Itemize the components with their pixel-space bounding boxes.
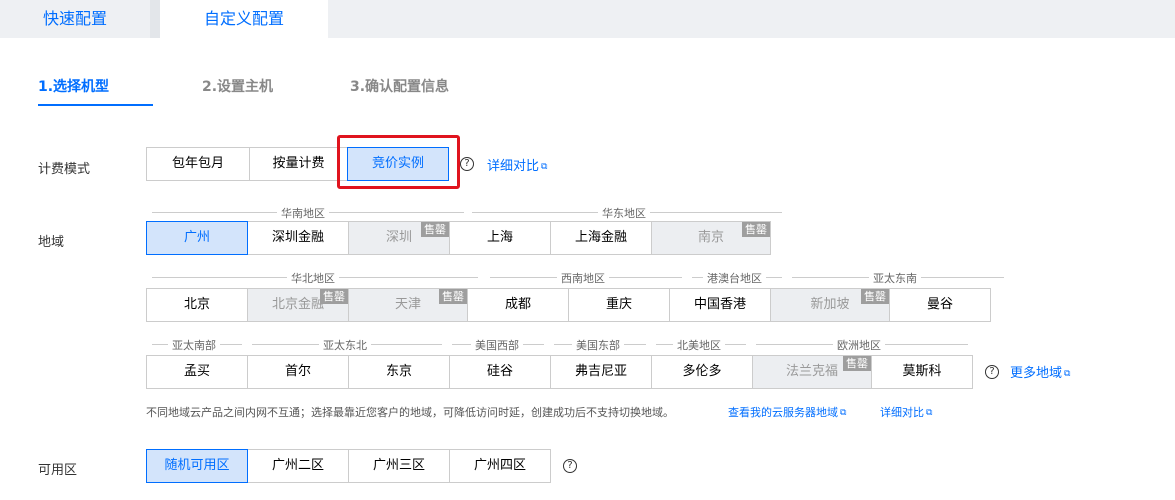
region-tianjin-text: 天津	[394, 297, 421, 312]
region-shanghai-finance[interactable]: 上海金融	[550, 221, 652, 255]
external-link-icon: ⧉	[926, 408, 933, 418]
billing-option-pay-as-you-go[interactable]: 按量计费	[249, 147, 348, 181]
region-nanjing-text: 南京	[697, 230, 724, 245]
sold-out-badge: 售罄	[742, 222, 770, 237]
region-shenzhen-text: 深圳	[385, 230, 412, 245]
region-guangzhou[interactable]: 广州	[146, 221, 248, 255]
tab-divider	[150, 0, 160, 38]
region-beijing[interactable]: 北京	[146, 288, 248, 322]
region-silicon-valley[interactable]: 硅谷	[449, 355, 551, 389]
region-group-southwest: 西南地区	[557, 270, 609, 286]
region-group-us-west: 美国西部	[471, 337, 523, 353]
view-my-regions-link[interactable]: 查看我的云服务器地域 ⧉	[728, 404, 846, 420]
billing-option-monthly[interactable]: 包年包月	[146, 147, 250, 181]
region-shenzhen: 深圳 售罄	[348, 221, 450, 255]
region-singapore-text: 新加坡	[810, 297, 850, 312]
view-my-regions-text: 查看我的云服务器地域	[728, 406, 838, 419]
billing-compare-link[interactable]: 详细对比 ⧉	[487, 155, 547, 174]
more-regions-text: 更多地域	[1010, 366, 1063, 381]
region-help-icon[interactable]: ?	[985, 365, 999, 379]
external-link-icon: ⧉	[541, 162, 548, 172]
region-group-north-america: 北美地区	[673, 337, 725, 353]
region-toronto[interactable]: 多伦多	[651, 355, 753, 389]
tab-custom-config[interactable]: 自定义配置	[160, 0, 328, 38]
zone-guangzhou-4[interactable]: 广州四区	[449, 449, 551, 483]
step-confirm-config[interactable]: 3.确认配置信息	[350, 76, 449, 106]
region-shanghai[interactable]: 上海	[449, 221, 551, 255]
zone-guangzhou-2[interactable]: 广州二区	[247, 449, 349, 483]
zone-group: 随机可用区 广州二区 广州三区 广州四区	[146, 449, 551, 483]
zone-label: 可用区	[38, 463, 78, 478]
region-group-ap-northeast: 亚太东北	[319, 337, 371, 353]
region-beijing-finance-text: 北京金融	[271, 297, 324, 312]
region-label: 地域	[38, 235, 65, 250]
region-group-ap-south: 亚太南部	[168, 337, 220, 353]
region-tokyo[interactable]: 东京	[348, 355, 450, 389]
region-chengdu[interactable]: 成都	[467, 288, 569, 322]
region-group-ap-southeast: 亚太东南	[869, 270, 921, 286]
region-bangkok[interactable]: 曼谷	[889, 288, 991, 322]
region-hong-kong[interactable]: 中国香港	[669, 288, 771, 322]
region-group-east-china: 华东地区	[598, 205, 650, 221]
region-group-us-east: 美国东部	[572, 337, 624, 353]
region-frankfurt: 法兰克福 售罄	[752, 355, 872, 389]
region-note: 不同地域云产品之间内网不互通；选择最靠近您客户的地域，可降低访问时延，创建成功后…	[146, 406, 674, 419]
region-row-3: 孟买 首尔 东京 硅谷 弗吉尼亚 多伦多 法兰克福 售罄 莫斯科	[146, 355, 973, 389]
region-singapore: 新加坡 售罄	[770, 288, 890, 322]
region-row-2: 北京 北京金融 售罄 天津 售罄 成都 重庆 中国香港 新加坡 售罄 曼谷	[146, 288, 991, 322]
more-regions-link[interactable]: 更多地域 ⧉	[1010, 362, 1070, 381]
region-group-europe: 欧洲地区	[833, 337, 885, 353]
step-select-model[interactable]: 1.选择机型	[38, 76, 153, 106]
region-compare-text: 详细对比	[880, 406, 924, 419]
region-shenzhen-finance[interactable]: 深圳金融	[247, 221, 349, 255]
zone-random[interactable]: 随机可用区	[146, 449, 248, 483]
region-nanjing: 南京 售罄	[651, 221, 771, 255]
zone-guangzhou-3[interactable]: 广州三区	[348, 449, 450, 483]
region-tianjin: 天津 售罄	[348, 288, 468, 322]
sold-out-badge: 售罄	[421, 222, 449, 237]
sold-out-badge: 售罄	[843, 356, 871, 371]
region-group-south-china: 华南地区	[277, 205, 329, 221]
region-chongqing[interactable]: 重庆	[568, 288, 670, 322]
region-moscow[interactable]: 莫斯科	[871, 355, 973, 389]
sold-out-badge: 售罄	[439, 289, 467, 304]
external-link-icon: ⧉	[840, 408, 847, 418]
region-beijing-finance: 北京金融 售罄	[247, 288, 349, 322]
region-virginia[interactable]: 弗吉尼亚	[550, 355, 652, 389]
region-compare-link[interactable]: 详细对比 ⧉	[880, 404, 932, 420]
config-mode-tabs: 快速配置 自定义配置	[0, 0, 1175, 38]
region-seoul[interactable]: 首尔	[247, 355, 349, 389]
region-mumbai[interactable]: 孟买	[146, 355, 248, 389]
region-frankfurt-text: 法兰克福	[785, 364, 838, 379]
step-setup-host[interactable]: 2.设置主机	[202, 76, 273, 106]
region-group-north-china: 华北地区	[287, 270, 339, 286]
tab-quick-config[interactable]: 快速配置	[0, 0, 150, 38]
region-row-1: 广州 深圳金融 深圳 售罄 上海 上海金融 南京 售罄	[146, 221, 771, 255]
external-link-icon: ⧉	[1064, 369, 1071, 379]
billing-help-icon[interactable]: ?	[460, 157, 474, 171]
sold-out-badge: 售罄	[861, 289, 889, 304]
billing-compare-link-text: 详细对比	[487, 159, 540, 174]
sold-out-badge: 售罄	[320, 289, 348, 304]
billing-mode-label: 计费模式	[38, 162, 91, 177]
region-group-hk-mo-tw: 港澳台地区	[703, 270, 766, 286]
spot-highlight-box	[337, 135, 460, 189]
zone-help-icon[interactable]: ?	[563, 459, 577, 473]
